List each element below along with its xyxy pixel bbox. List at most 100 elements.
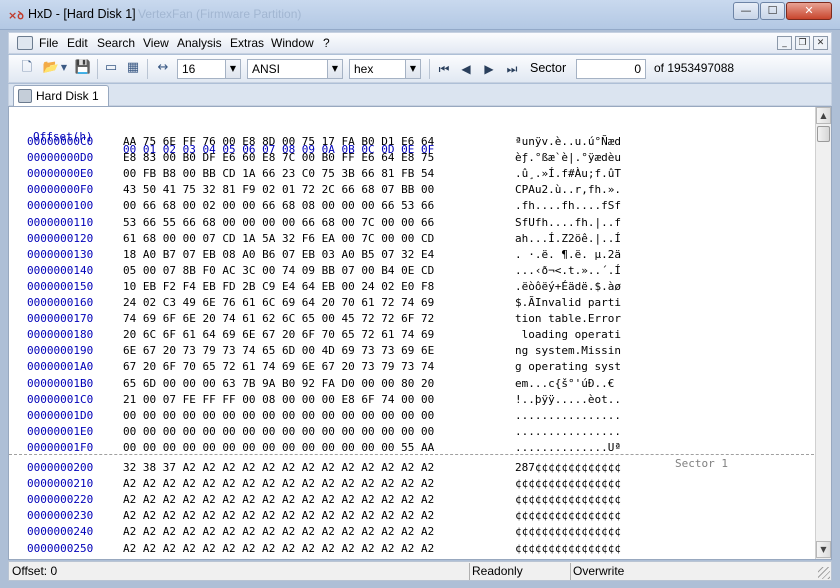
chevron-down-icon[interactable]: ▼ <box>405 60 420 78</box>
hex-row[interactable]: 0000000260 A2 A2 A2 A2 A2 A2 A2 A2 A2 A2 … <box>9 558 814 559</box>
row-text[interactable]: èƒ.°ßæ`è|.°ÿædèu <box>515 151 621 164</box>
hex-row[interactable]: 0000000170 74 69 6F 6E 20 74 61 62 6C 65 … <box>9 312 814 328</box>
row-hex-bytes[interactable]: A2 A2 A2 A2 A2 A2 A2 A2 A2 A2 A2 A2 A2 A… <box>123 477 434 490</box>
open-file-icon[interactable]: 📂 <box>41 59 61 77</box>
hex-row[interactable]: 00000001A0 67 20 6F 70 65 72 61 74 69 6E … <box>9 360 814 376</box>
scrollbar-thumb[interactable] <box>817 126 830 142</box>
row-hex-bytes[interactable]: 00 00 00 00 00 00 00 00 00 00 00 00 00 0… <box>123 425 434 438</box>
previous-sector-icon[interactable]: ◀ <box>457 60 475 78</box>
row-hex-bytes[interactable]: 00 00 00 00 00 00 00 00 00 00 00 00 00 0… <box>123 409 434 422</box>
row-hex-bytes[interactable]: 24 02 C3 49 6E 76 61 6C 69 64 20 70 61 7… <box>123 296 434 309</box>
row-hex-bytes[interactable]: 21 00 07 FE FF FF 00 08 00 00 00 E8 6F 7… <box>123 393 434 406</box>
mdi-minimize-icon[interactable]: _ <box>777 36 792 50</box>
row-text[interactable]: SfUfh....fh.|..f <box>515 216 621 229</box>
open-ram-icon[interactable]: ▦ <box>123 59 143 77</box>
hex-row[interactable]: 0000000240 A2 A2 A2 A2 A2 A2 A2 A2 A2 A2 … <box>9 525 814 541</box>
hex-row[interactable]: 0000000210 A2 A2 A2 A2 A2 A2 A2 A2 A2 A2 … <box>9 477 814 493</box>
row-hex-bytes[interactable]: 67 20 6F 70 65 72 61 74 69 6E 67 20 73 7… <box>123 360 434 373</box>
charset-select[interactable]: ANSI ▼ <box>247 59 343 79</box>
menu-edit[interactable]: Edit <box>67 36 88 50</box>
vertical-scrollbar[interactable]: ▲ ▼ <box>815 107 831 559</box>
save-icon[interactable]: 💾 <box>73 59 93 77</box>
row-text[interactable]: g operating syst <box>515 360 621 373</box>
row-hex-bytes[interactable]: 65 6D 00 00 00 63 7B 9A B0 92 FA D0 00 0… <box>123 377 434 390</box>
hex-row[interactable]: 0000000220 A2 A2 A2 A2 A2 A2 A2 A2 A2 A2 … <box>9 493 814 509</box>
hex-row[interactable]: 0000000230 A2 A2 A2 A2 A2 A2 A2 A2 A2 A2 … <box>9 509 814 525</box>
row-text[interactable]: . ·.ë. ¶.ë. µ.2ä <box>515 248 621 261</box>
row-text[interactable]: em...c{š°'úÐ..€ <box>515 377 621 390</box>
open-disk-icon[interactable]: ▭ <box>101 59 121 77</box>
row-text[interactable]: ................ <box>515 425 621 438</box>
sector-input[interactable]: 0 <box>576 59 646 79</box>
row-text[interactable]: .ëòôëý+Éädë.$.àø <box>515 280 621 293</box>
document-icon[interactable] <box>17 36 33 50</box>
close-button[interactable]: ✕ <box>786 2 832 20</box>
row-text[interactable]: ..............Uª <box>515 441 621 454</box>
row-text[interactable]: ah...Í.Z2öê.|..Í <box>515 232 621 245</box>
row-hex-bytes[interactable]: 43 50 41 75 32 81 F9 02 01 72 2C 66 68 0… <box>123 183 434 196</box>
offset-base-select[interactable]: hex ▼ <box>349 59 421 79</box>
new-file-icon[interactable]: 🗋 <box>17 59 37 77</box>
row-text[interactable]: CPAu2.ù..r,fh.». <box>515 183 621 196</box>
hex-row[interactable]: 00000000D0 E8 83 00 B0 DF E6 60 E8 7C 00 … <box>9 151 814 167</box>
hex-row[interactable]: 0000000130 18 A0 B7 07 EB 08 A0 B6 07 EB … <box>9 248 814 264</box>
row-hex-bytes[interactable]: E8 83 00 B0 DF E6 60 E8 7C 00 B0 FF E6 6… <box>123 151 434 164</box>
hex-row[interactable]: 0000000250 A2 A2 A2 A2 A2 A2 A2 A2 A2 A2 … <box>9 542 814 558</box>
bytes-per-row-select[interactable]: 16 ▼ <box>177 59 241 79</box>
row-hex-bytes[interactable]: 05 00 07 8B F0 AC 3C 00 74 09 BB 07 00 B… <box>123 264 434 277</box>
scroll-down-icon[interactable]: ▼ <box>816 541 831 558</box>
row-text[interactable]: ¢¢¢¢¢¢¢¢¢¢¢¢¢¢¢¢ <box>515 477 621 490</box>
hex-row[interactable]: 0000000120 61 68 00 00 07 CD 1A 5A 32 F6 … <box>9 232 814 248</box>
row-hex-bytes[interactable]: A2 A2 A2 A2 A2 A2 A2 A2 A2 A2 A2 A2 A2 A… <box>123 509 434 522</box>
row-text[interactable]: ng system.Missin <box>515 344 621 357</box>
maximize-button[interactable]: ☐ <box>760 2 785 20</box>
hex-row[interactable]: 0000000160 24 02 C3 49 6E 76 61 6C 69 64 … <box>9 296 814 312</box>
scroll-up-icon[interactable]: ▲ <box>816 107 831 124</box>
row-hex-bytes[interactable]: 20 6C 6F 61 64 69 6E 67 20 6F 70 65 72 6… <box>123 328 434 341</box>
hex-row[interactable]: 0000000110 53 66 55 66 68 00 00 00 00 66 … <box>9 216 814 232</box>
row-text[interactable]: tion table.Error <box>515 312 621 325</box>
row-hex-bytes[interactable]: A2 A2 A2 A2 A2 A2 A2 A2 A2 A2 A2 A2 A2 A… <box>123 493 434 506</box>
row-text[interactable]: loading operati <box>515 328 621 341</box>
hex-row[interactable]: 00000001E0 00 00 00 00 00 00 00 00 00 00 … <box>9 425 814 441</box>
row-hex-bytes[interactable]: 00 FB B8 00 BB CD 1A 66 23 C0 75 3B 66 8… <box>123 167 434 180</box>
row-hex-bytes[interactable]: 32 38 37 A2 A2 A2 A2 A2 A2 A2 A2 A2 A2 A… <box>123 461 434 474</box>
status-readonly[interactable]: Readonly <box>472 564 523 578</box>
hex-row[interactable]: 00000001C0 21 00 07 FE FF FF 00 08 00 00 … <box>9 393 814 409</box>
row-hex-bytes[interactable]: A2 A2 A2 A2 A2 A2 A2 A2 A2 A2 A2 A2 A2 A… <box>123 525 434 538</box>
menu-window[interactable]: Window <box>271 36 314 50</box>
menu-extras[interactable]: Extras <box>230 36 264 50</box>
row-hex-bytes[interactable]: 61 68 00 00 07 CD 1A 5A 32 F6 EA 00 7C 0… <box>123 232 434 245</box>
chevron-down-icon[interactable]: ▼ <box>225 60 240 78</box>
row-text[interactable]: ¢¢¢¢¢¢¢¢¢¢¢¢¢¢¢¢ <box>515 525 621 538</box>
mdi-restore-icon[interactable]: ❐ <box>795 36 810 50</box>
row-text[interactable]: ...‹ð¬<.t.»..´.Í <box>515 264 621 277</box>
row-hex-bytes[interactable]: AA 75 6E FF 76 00 E8 8D 00 75 17 FA B0 D… <box>123 135 434 148</box>
tab-hard-disk-1[interactable]: Hard Disk 1 <box>13 85 109 107</box>
hex-row[interactable]: 0000000180 20 6C 6F 61 64 69 6E 67 20 6F … <box>9 328 814 344</box>
row-hex-bytes[interactable]: 18 A0 B7 07 EB 08 A0 B6 07 EB 03 A0 B5 0… <box>123 248 434 261</box>
row-hex-bytes[interactable]: A2 A2 A2 A2 A2 A2 A2 A2 A2 A2 A2 A2 A2 A… <box>123 542 434 555</box>
last-sector-icon[interactable]: ⏭ <box>503 60 521 78</box>
next-sector-icon[interactable]: ▶ <box>480 60 498 78</box>
row-hex-bytes[interactable]: 53 66 55 66 68 00 00 00 00 66 68 00 7C 0… <box>123 216 434 229</box>
row-text[interactable]: ¢¢¢¢¢¢¢¢¢¢¢¢¢¢¢¢ <box>515 558 621 559</box>
hex-row[interactable]: 00000000F0 43 50 41 75 32 81 F9 02 01 72 … <box>9 183 814 199</box>
row-text[interactable]: ................ <box>515 409 621 422</box>
row-hex-bytes[interactable]: 6E 67 20 73 79 73 74 65 6D 00 4D 69 73 7… <box>123 344 434 357</box>
first-sector-icon[interactable]: ⏮ <box>435 60 453 78</box>
row-text[interactable]: !..þÿÿ.....èot.. <box>515 393 621 406</box>
hex-row[interactable]: 00000001B0 65 6D 00 00 00 63 7B 9A B0 92 … <box>9 377 814 393</box>
menu-file[interactable]: File <box>39 36 58 50</box>
row-hex-bytes[interactable]: A2 A2 A2 A2 A2 A2 A2 A2 A2 A2 A2 A2 A2 A… <box>123 558 434 559</box>
status-overwrite[interactable]: Overwrite <box>573 564 624 578</box>
row-hex-bytes[interactable]: 74 69 6F 6E 20 74 61 62 6C 65 00 45 72 7… <box>123 312 434 325</box>
row-text[interactable]: ªunÿv.è..u.ú°Ñæd <box>515 135 621 148</box>
row-hex-bytes[interactable]: 10 EB F2 F4 EB FD 2B C9 E4 64 EB 00 24 0… <box>123 280 434 293</box>
open-dropdown-icon[interactable]: ▼ <box>59 59 69 77</box>
row-text[interactable]: ¢¢¢¢¢¢¢¢¢¢¢¢¢¢¢¢ <box>515 493 621 506</box>
resize-grip-icon[interactable] <box>818 567 830 579</box>
minimize-button[interactable]: — <box>733 2 759 20</box>
row-text[interactable]: $.ÃInvalid parti <box>515 296 621 309</box>
row-text[interactable]: 287¢¢¢¢¢¢¢¢¢¢¢¢¢ <box>515 461 621 474</box>
